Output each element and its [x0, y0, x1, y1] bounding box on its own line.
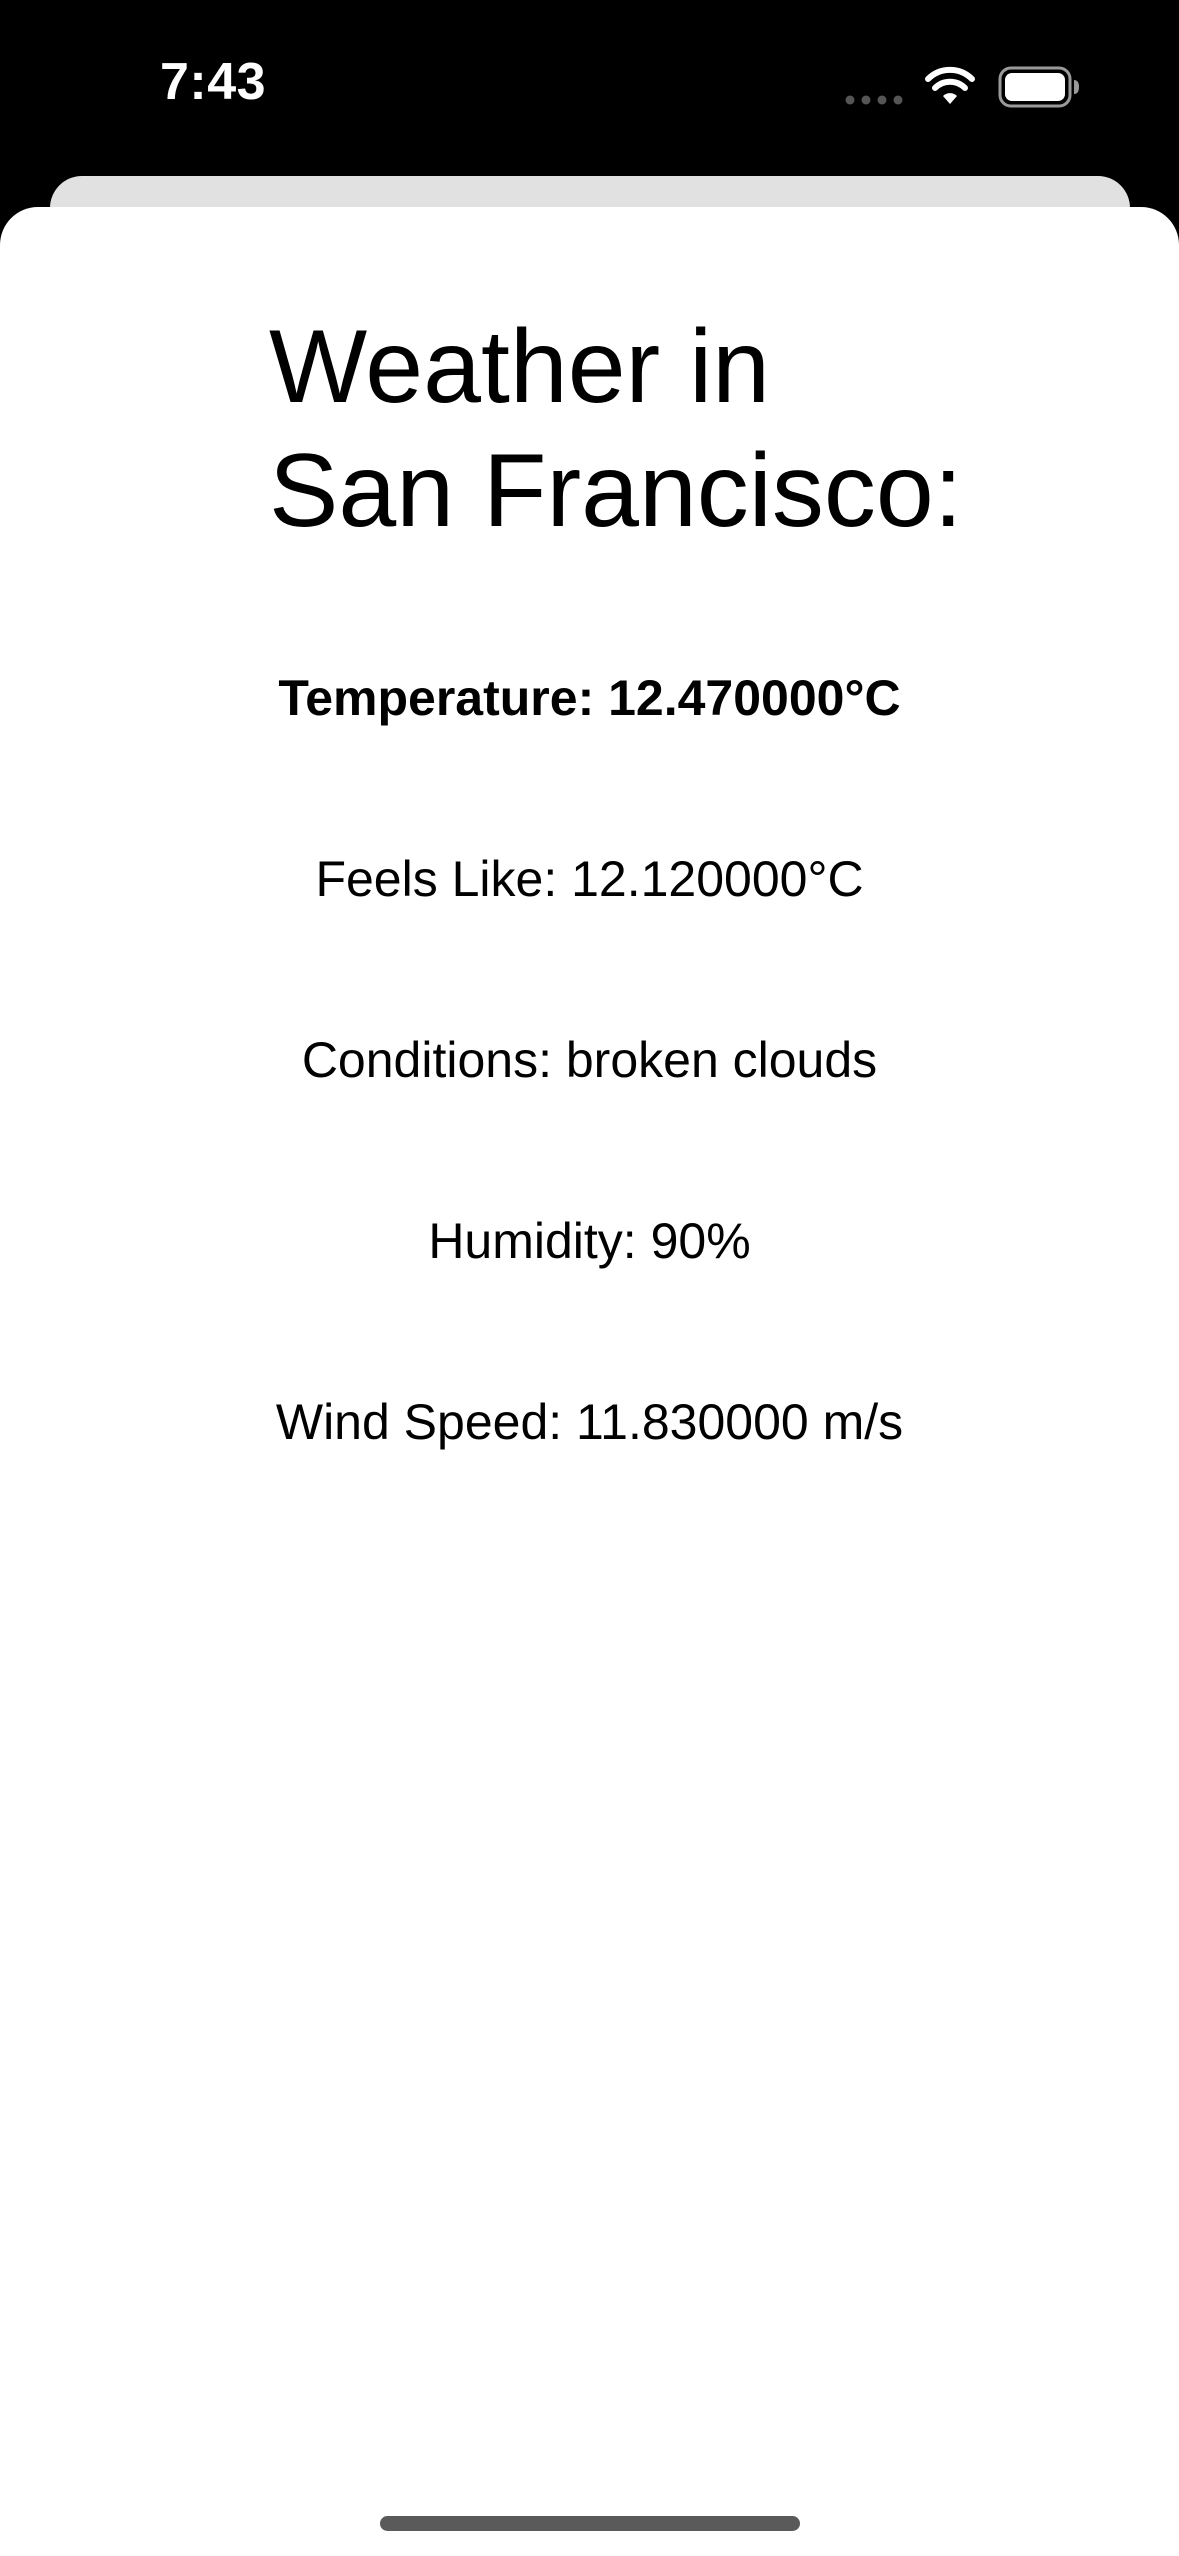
- screen: 7:43 Weather in San Francisco: Temperatu…: [0, 0, 1179, 2556]
- battery-icon: [998, 66, 1079, 108]
- wind-speed-text: Wind Speed: 11.830000 m/s: [275, 1394, 904, 1450]
- status-time: 7:43: [160, 53, 267, 111]
- title-line-1: Weather in: [269, 309, 771, 425]
- cellular-dots-icon: [845, 95, 903, 105]
- page-title: Weather in San Francisco:: [269, 305, 989, 553]
- title-line-2: San Francisco:: [269, 433, 963, 549]
- wifi-icon: [925, 66, 975, 104]
- humidity-text: Humidity: 90%: [428, 1213, 751, 1269]
- temperature-text: Temperature: 12.470000°C: [278, 670, 901, 726]
- status-bar: 7:43: [0, 0, 1179, 175]
- conditions-text: Conditions: broken clouds: [301, 1032, 878, 1088]
- weather-sheet: [0, 207, 1179, 2556]
- home-indicator[interactable]: [380, 2516, 800, 2531]
- feels-like-text: Feels Like: 12.120000°C: [315, 851, 864, 907]
